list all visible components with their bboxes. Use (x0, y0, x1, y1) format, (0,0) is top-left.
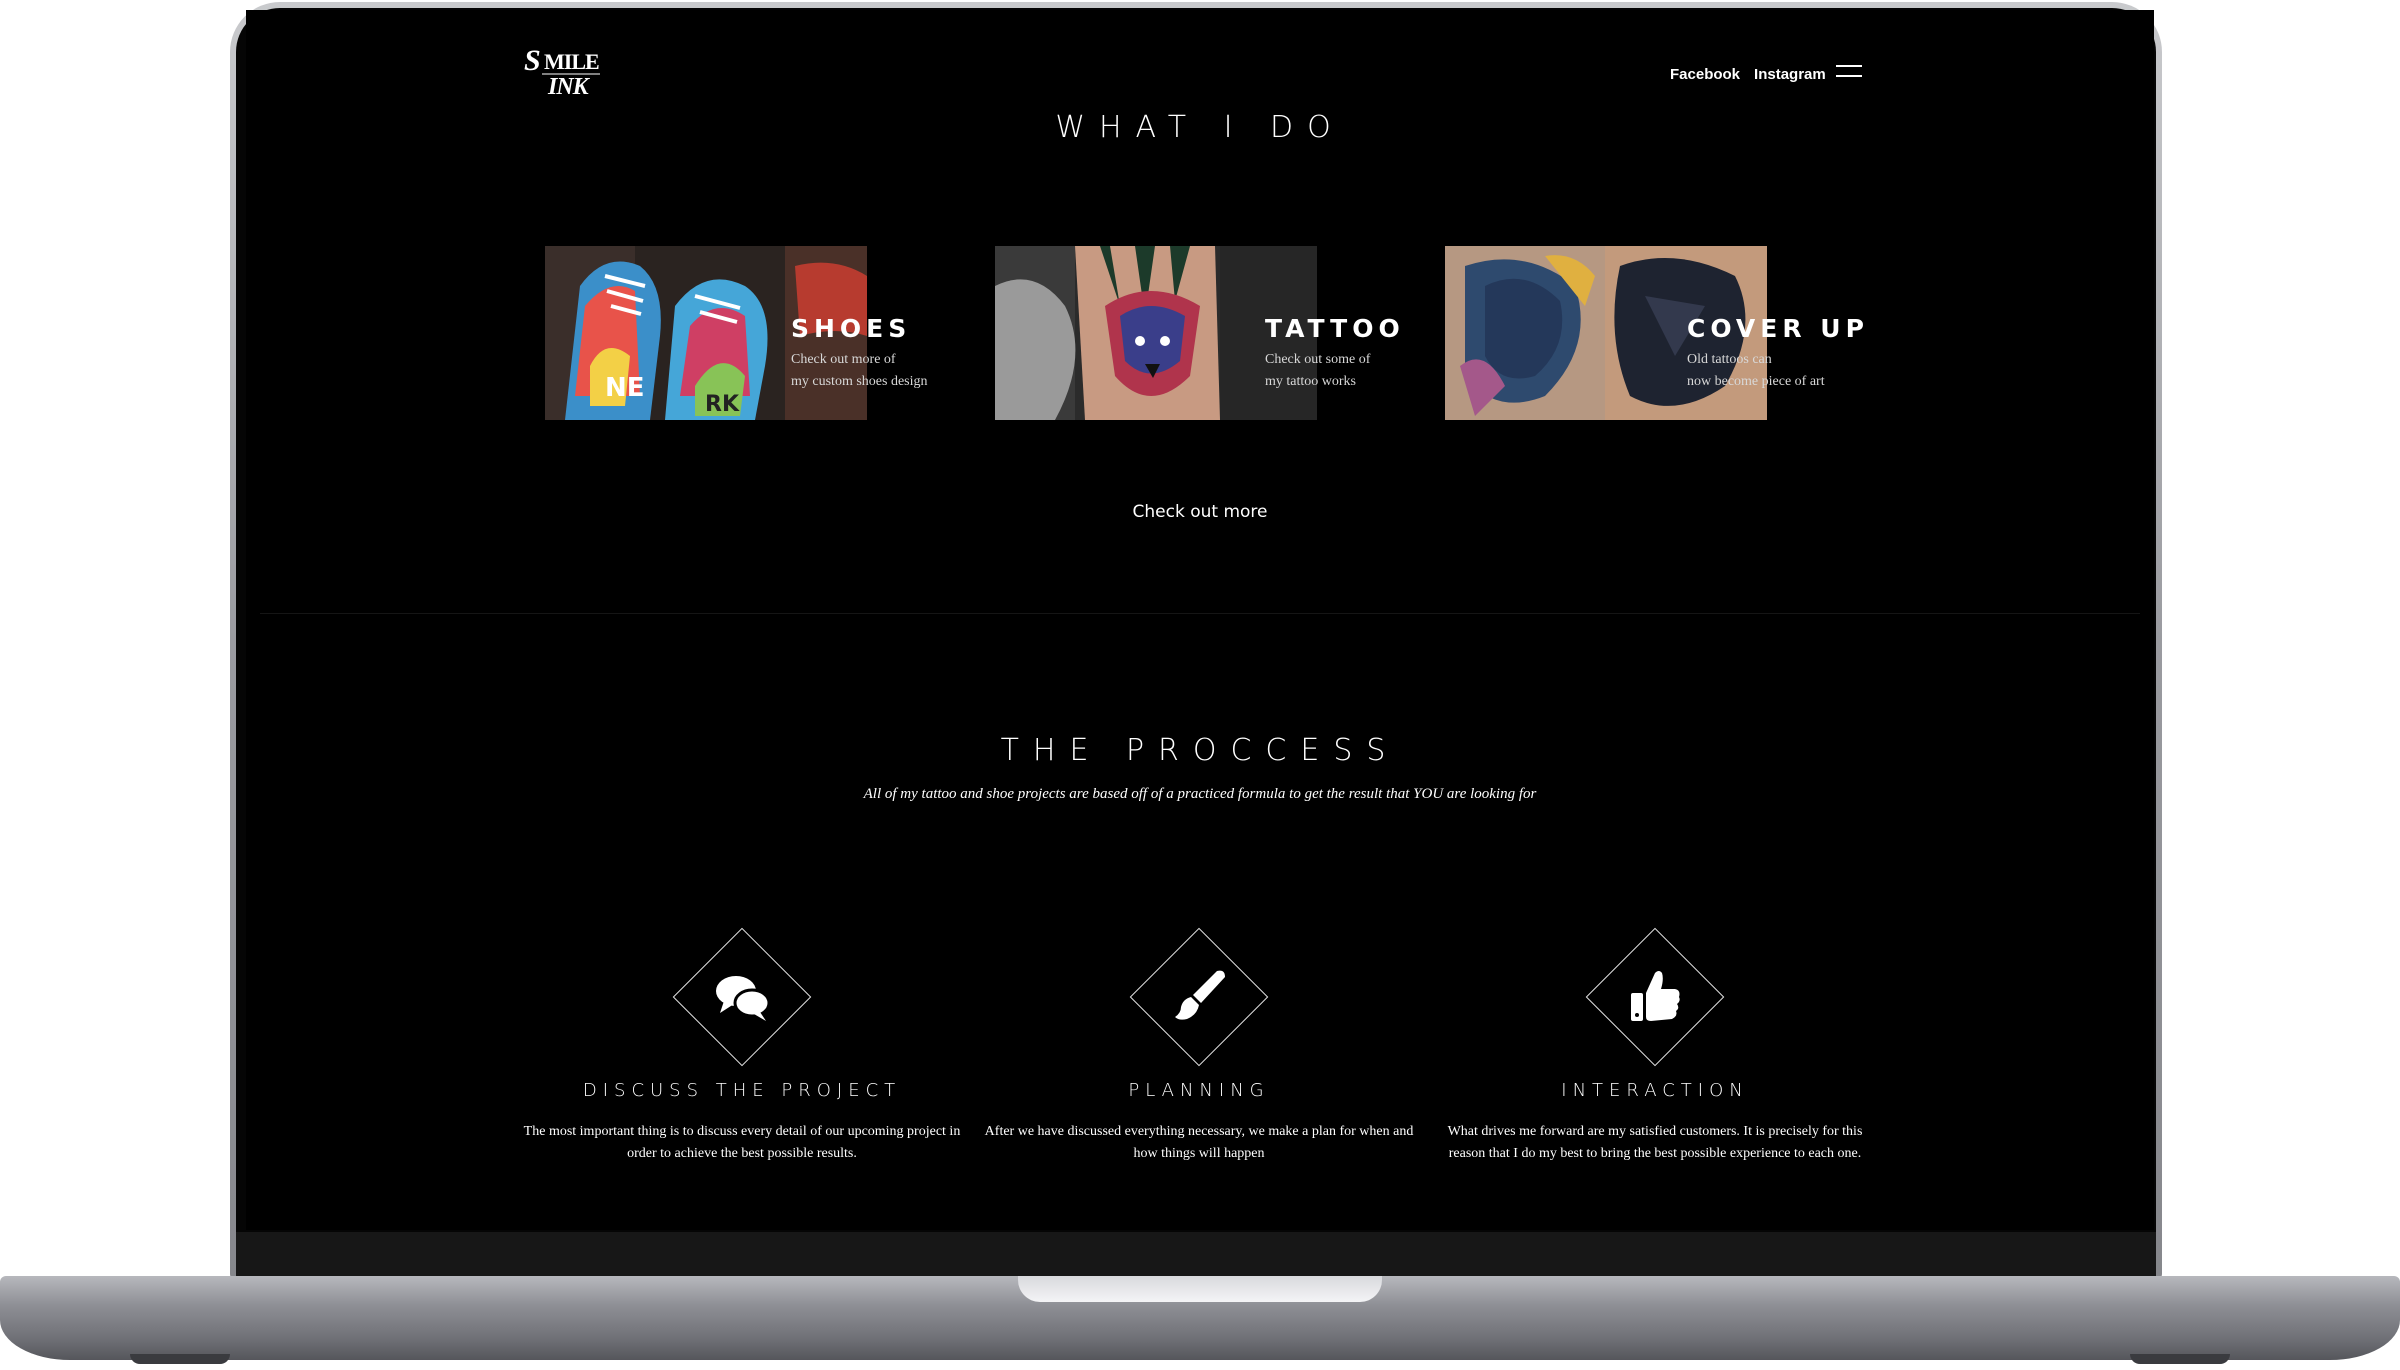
service-desc-line: Check out some of (1265, 352, 1371, 367)
service-desc-line: Check out more of (791, 352, 896, 367)
website-screen: S MILE INK Facebook Instagram WHAT I DO (246, 10, 2154, 1230)
svg-text:S: S (524, 44, 541, 77)
service-title: SHOES (791, 314, 912, 343)
step-description: The most important thing is to discuss e… (523, 1124, 961, 1161)
process-step-interaction: INTERACTION What drives me forward are m… (1425, 922, 1885, 1165)
hamburger-menu-icon[interactable] (1836, 65, 1862, 81)
service-cover-up-text: COVER UP Old tattoos can now become piec… (1687, 314, 1887, 393)
service-title: COVER UP (1687, 314, 1869, 343)
speech-bubbles-icon (716, 976, 771, 1021)
paintbrush-icon (1175, 970, 1225, 1020)
service-description: Check out more of my custom shoes design (791, 349, 991, 393)
service-desc-line: my tattoo works (1265, 374, 1356, 389)
diamond-frame (1580, 922, 1730, 1072)
svg-text:MILE: MILE (544, 49, 599, 74)
service-desc-line: my custom shoes design (791, 374, 928, 389)
svg-text:INK: INK (547, 74, 591, 100)
laptop-foot (2130, 1354, 2230, 1364)
diamond-frame (667, 922, 817, 1072)
check-out-more-link[interactable]: Check out more (246, 502, 2154, 522)
top-nav: Facebook Instagram (1670, 66, 1826, 83)
step-description: After we have discussed everything neces… (984, 1124, 1414, 1161)
laptop-foot (130, 1354, 230, 1364)
step-title: DISCUSS THE PROJECT (582, 1080, 902, 1101)
laptop-opening-notch (1018, 1276, 1382, 1302)
facebook-link[interactable]: Facebook (1670, 66, 1740, 83)
step-title: PLANNING (1128, 1080, 1270, 1101)
section-divider (260, 613, 2140, 614)
service-description: Check out some of my tattoo works (1265, 349, 1465, 393)
service-title: TATTOO (1265, 314, 1405, 343)
service-shoes-text: SHOES Check out more of my custom shoes … (791, 314, 991, 393)
diamond-frame (1124, 922, 1274, 1072)
thumbs-up-icon (1631, 971, 1680, 1021)
screen-footer-strip (236, 1232, 2156, 1278)
process-step-planning: PLANNING After we have discussed everyth… (969, 922, 1429, 1165)
laptop-mockup: S MILE INK Facebook Instagram WHAT I DO (0, 0, 2400, 1370)
step-description: What drives me forward are my satisfied … (1447, 1124, 1863, 1161)
svg-text:NE: NE (605, 373, 645, 403)
what-i-do-title: WHAT I DO (1055, 110, 1345, 145)
service-desc-line: now become piece of art (1687, 374, 1825, 389)
svg-text:RK: RK (705, 392, 740, 417)
smile-ink-logo[interactable]: S MILE INK (522, 42, 612, 104)
service-desc-line: Old tattoos can (1687, 352, 1772, 367)
process-title: THE PROCCESS (1000, 733, 1400, 768)
process-step-discuss: DISCUSS THE PROJECT The most important t… (512, 922, 972, 1165)
process-subtitle: All of my tattoo and shoe projects are b… (863, 786, 1537, 802)
step-title: INTERACTION (1561, 1080, 1749, 1101)
instagram-link[interactable]: Instagram (1754, 66, 1826, 83)
service-tattoo-text: TATTOO Check out some of my tattoo works (1265, 314, 1465, 393)
service-description: Old tattoos can now become piece of art (1687, 349, 1887, 393)
